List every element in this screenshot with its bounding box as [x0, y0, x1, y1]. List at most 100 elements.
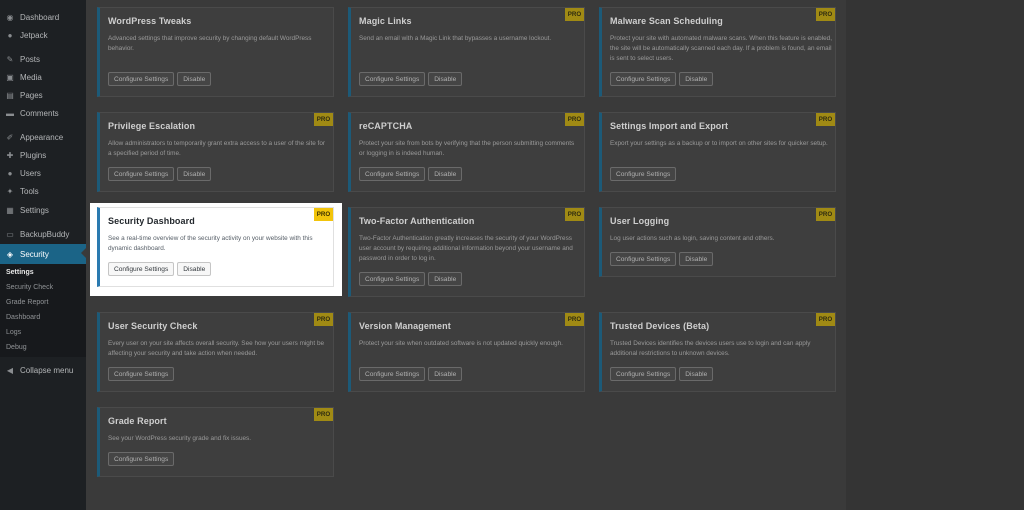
sidebar-item-comments[interactable]: ▬ Comments	[0, 104, 86, 122]
collapse-icon: ◀	[6, 365, 14, 375]
module-title: User Security Check	[108, 321, 198, 331]
pro-badge: PRO	[314, 408, 333, 421]
disable-button[interactable]: Disable	[679, 252, 714, 266]
module-card-two-factor-authentication: PRO Two-Factor Authentication Two-Factor…	[348, 207, 585, 297]
sidebar-item-dashboard[interactable]: ◉ Dashboard	[0, 8, 86, 26]
security-submenu: Settings Security Check Grade Report Das…	[0, 264, 86, 357]
pro-badge: PRO	[565, 8, 584, 21]
configure-settings-button[interactable]: Configure Settings	[108, 452, 175, 466]
module-title: reCAPTCHA	[359, 121, 413, 131]
plugins-icon: ✚	[6, 150, 14, 160]
settings-icon: ▦	[6, 205, 14, 215]
pro-badge: PRO	[816, 113, 835, 126]
disable-button[interactable]: Disable	[679, 72, 714, 86]
module-description: Export your settings as a backup or to i…	[610, 140, 828, 147]
module-description: Two-Factor Authentication greatly increa…	[359, 235, 573, 262]
sidebar-item-pages[interactable]: ▤ Pages	[0, 86, 86, 104]
pages-icon: ▤	[6, 90, 14, 100]
module-card-privilege-escalation: PRO Privilege Escalation Allow administr…	[97, 112, 334, 192]
module-description: Log user actions such as login, saving c…	[610, 235, 775, 242]
module-title: Two-Factor Authentication	[359, 216, 475, 226]
sidebar-item-jetpack[interactable]: ● Jetpack	[0, 26, 86, 44]
module-title: Malware Scan Scheduling	[610, 16, 723, 26]
collapse-menu-button[interactable]: ◀ Collapse menu	[0, 361, 86, 379]
sidebar-item-tools[interactable]: ✦ Tools	[0, 182, 86, 200]
disable-button[interactable]: Disable	[428, 72, 463, 86]
sidebar-item-appearance[interactable]: ✐ Appearance	[0, 128, 86, 146]
submenu-item-grade-report[interactable]: Grade Report	[6, 299, 48, 306]
configure-settings-button[interactable]: Configure Settings	[108, 262, 175, 276]
module-card-settings-import-export: PRO Settings Import and Export Export yo…	[599, 112, 836, 192]
pro-badge: PRO	[565, 113, 584, 126]
pro-badge: PRO	[314, 113, 333, 126]
sidebar-item-backupbuddy[interactable]: ▭ BackupBuddy	[0, 225, 86, 243]
disable-button[interactable]: Disable	[177, 167, 212, 181]
module-card-version-management: PRO Version Management Protect your site…	[348, 312, 585, 392]
module-title: Version Management	[359, 321, 451, 331]
submenu-item-dashboard[interactable]: Dashboard	[6, 314, 40, 321]
module-card-wordpress-tweaks: WordPress Tweaks Advanced settings that …	[97, 7, 334, 97]
module-description: Protect your site when outdated software…	[359, 340, 563, 347]
module-title: Magic Links	[359, 16, 412, 26]
module-description: Every user on your site affects overall …	[108, 340, 325, 357]
module-card-grade-report: PRO Grade Report See your WordPress secu…	[97, 407, 334, 477]
admin-sidebar: ◉ Dashboard ● Jetpack ✎ Posts ▣ Media ▤ Pages…	[0, 0, 86, 510]
configure-settings-button[interactable]: Configure Settings	[610, 252, 677, 266]
sidebar-item-security[interactable]: ◈ Security	[0, 244, 86, 264]
pro-badge: PRO	[314, 313, 333, 326]
module-card-security-dashboard: PRO Security Dashboard See a real-time o…	[97, 207, 334, 287]
submenu-item-settings[interactable]: Settings	[6, 269, 34, 276]
submenu-item-debug[interactable]: Debug	[6, 344, 27, 351]
disable-button[interactable]: Disable	[177, 262, 212, 276]
submenu-item-logs[interactable]: Logs	[6, 329, 21, 336]
pro-badge: PRO	[816, 8, 835, 21]
configure-settings-button[interactable]: Configure Settings	[610, 167, 677, 181]
pro-badge: PRO	[565, 208, 584, 221]
module-title: Settings Import and Export	[610, 121, 729, 131]
disable-button[interactable]: Disable	[428, 367, 463, 381]
submenu-item-security-check[interactable]: Security Check	[6, 284, 53, 291]
sidebar-item-settings[interactable]: ▦ Settings	[0, 201, 86, 219]
configure-settings-button[interactable]: Configure Settings	[359, 272, 426, 286]
disable-button[interactable]: Disable	[428, 167, 463, 181]
disable-button[interactable]: Disable	[679, 367, 714, 381]
configure-settings-button[interactable]: Configure Settings	[359, 72, 426, 86]
module-description: Protect your site with automated malware…	[610, 35, 833, 62]
disable-button[interactable]: Disable	[428, 272, 463, 286]
disable-button[interactable]: Disable	[177, 72, 212, 86]
module-title: Security Dashboard	[108, 216, 195, 226]
configure-settings-button[interactable]: Configure Settings	[359, 167, 426, 181]
configure-settings-button[interactable]: Configure Settings	[610, 72, 677, 86]
module-title: User Logging	[610, 216, 670, 226]
module-description: Trusted Devices identifies the devices u…	[610, 340, 811, 357]
jetpack-icon: ●	[7, 30, 13, 40]
content-right-panel	[846, 0, 1024, 510]
pin-icon: ✎	[6, 54, 14, 64]
configure-settings-button[interactable]: Configure Settings	[610, 367, 677, 381]
configure-settings-button[interactable]: Configure Settings	[108, 72, 175, 86]
configure-settings-button[interactable]: Configure Settings	[108, 367, 175, 381]
module-description: Advanced settings that improve security …	[108, 35, 312, 52]
module-card-user-security-check: PRO User Security Check Every user on yo…	[97, 312, 334, 392]
media-icon: ▣	[6, 72, 14, 82]
module-title: Privilege Escalation	[108, 121, 196, 131]
module-description: Send an email with a Magic Link that byp…	[359, 35, 552, 42]
tools-icon: ✦	[6, 186, 14, 196]
users-icon: ●	[7, 168, 13, 178]
module-title: Grade Report	[108, 416, 167, 426]
backupbuddy-icon: ▭	[6, 229, 14, 239]
module-card-malware-scan-scheduling: PRO Malware Scan Scheduling Protect your…	[599, 7, 836, 97]
sidebar-item-media[interactable]: ▣ Media	[0, 68, 86, 86]
pro-badge: PRO	[816, 313, 835, 326]
module-card-recaptcha: PRO reCAPTCHA Protect your site from bot…	[348, 112, 585, 192]
configure-settings-button[interactable]: Configure Settings	[108, 167, 175, 181]
sidebar-item-posts[interactable]: ✎ Posts	[0, 50, 86, 68]
pro-badge: PRO	[565, 313, 584, 326]
sidebar-item-users[interactable]: ● Users	[0, 164, 86, 182]
module-description: See your WordPress security grade and fi…	[108, 435, 252, 442]
sidebar-item-plugins[interactable]: ✚ Plugins	[0, 146, 86, 164]
dashboard-icon: ◉	[6, 12, 14, 22]
shield-icon: ◈	[6, 249, 14, 259]
appearance-icon: ✐	[6, 132, 14, 142]
configure-settings-button[interactable]: Configure Settings	[359, 367, 426, 381]
